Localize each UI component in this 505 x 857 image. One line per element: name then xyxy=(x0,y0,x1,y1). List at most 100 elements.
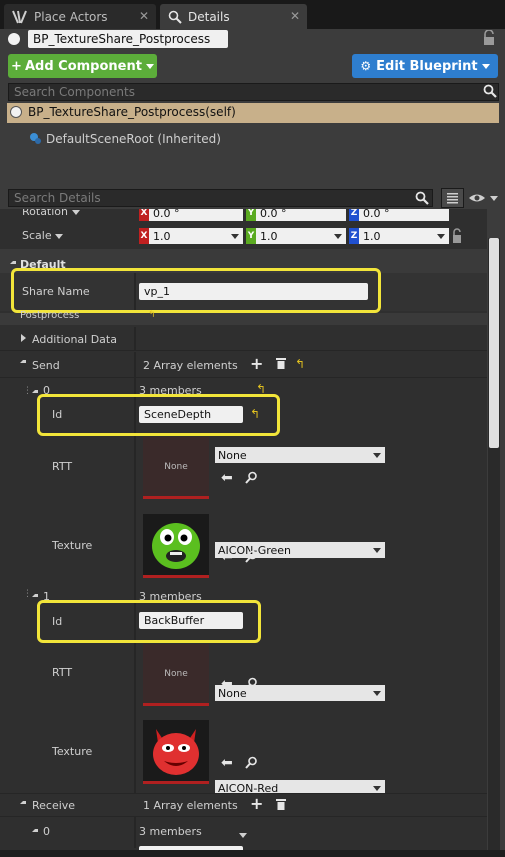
send-element-1-rtt-label: RTT xyxy=(52,666,73,679)
browse-icon[interactable] xyxy=(245,677,258,693)
actor-name-field[interactable]: BP_TextureShare_Postprocess xyxy=(28,30,228,48)
rtt-thumb-text: None xyxy=(164,668,188,679)
search-components-input[interactable]: Search Components xyxy=(8,83,499,101)
scale-vector: X 1.0 Y 1.0 Z 1.0 xyxy=(139,228,449,244)
use-selected-icon[interactable]: ⬅ xyxy=(221,550,233,564)
send-element-1-texture-thumbnail[interactable] xyxy=(143,720,209,784)
add-component-button[interactable]: + Add Component xyxy=(8,54,157,78)
rotation-z-field[interactable]: 0.0 ° xyxy=(359,209,449,221)
expand-arrow-icon[interactable] xyxy=(32,829,38,832)
gear-icon: ⚙ xyxy=(360,59,372,73)
send-element-0-texture-label: Texture xyxy=(52,539,93,552)
use-selected-icon[interactable]: ⬅ xyxy=(221,677,233,691)
details-scrollbar-thumb[interactable] xyxy=(489,238,499,448)
search-details-placeholder: Search Details xyxy=(14,191,101,205)
rtt-thumb-text: None xyxy=(164,461,188,472)
plus-icon[interactable]: + xyxy=(250,796,263,812)
trash-icon[interactable] xyxy=(275,357,287,373)
edit-blueprint-button[interactable]: ⚙ Edit Blueprint xyxy=(352,54,498,78)
expand-arrow-icon[interactable] xyxy=(32,594,38,597)
component-root-label[interactable]: DefaultSceneRoot (Inherited) xyxy=(46,132,221,146)
component-self-label: BP_TextureShare_Postprocess(self) xyxy=(28,105,236,119)
axis-y-label: Y xyxy=(246,228,256,244)
chevron-down-icon[interactable] xyxy=(55,233,64,239)
reset-arrow-icon[interactable]: ↰ xyxy=(295,357,305,371)
browse-icon[interactable] xyxy=(245,471,258,487)
receive-count: 1 Array elements xyxy=(143,799,238,812)
scale-y-field[interactable]: 1.0 xyxy=(256,228,346,244)
scale-y-value: 1.0 xyxy=(260,229,278,243)
axis-x-label: X xyxy=(139,209,149,221)
receive-element-0-members: 3 members xyxy=(139,825,202,838)
tab-place-actors[interactable]: Place Actors ✕ xyxy=(4,4,156,29)
drag-handle-icon[interactable]: ⋮ xyxy=(23,589,32,599)
send-element-0-texture-thumbnail[interactable] xyxy=(143,514,209,578)
additional-data-label: Additional Data xyxy=(32,333,117,346)
receive-element-0-index: 0 xyxy=(43,825,50,838)
send-element-1-rtt-dropdown[interactable]: None xyxy=(215,685,385,701)
plus-icon[interactable]: + xyxy=(250,356,263,372)
send-element-0-rtt-dropdown[interactable]: None xyxy=(215,447,385,463)
chevron-down-icon[interactable] xyxy=(437,234,445,239)
chevron-down-icon[interactable] xyxy=(373,691,381,696)
actor-sphere-icon xyxy=(8,33,20,45)
view-options-icon[interactable] xyxy=(468,190,500,209)
rotation-x-field[interactable]: 0.0 ° xyxy=(149,209,243,221)
panel-bottom-edge xyxy=(0,850,505,857)
highlight-send-element-1-id xyxy=(37,600,261,643)
send-element-0-rtt-label: RTT xyxy=(52,460,73,473)
send-row xyxy=(0,352,487,378)
search-details-input[interactable]: Search Details xyxy=(8,189,433,207)
axis-z-label: Z xyxy=(349,228,359,244)
axis-x-label: X xyxy=(139,228,149,244)
chevron-down-icon[interactable] xyxy=(334,234,342,239)
grid-view-icon[interactable] xyxy=(441,188,464,208)
rtt-value: None xyxy=(218,448,247,462)
trash-icon[interactable] xyxy=(275,798,287,814)
highlight-share-name xyxy=(11,268,381,313)
send-element-1-rtt-thumbnail[interactable]: None xyxy=(143,644,209,706)
chevron-down-icon[interactable] xyxy=(373,786,381,791)
expand-arrow-icon[interactable] xyxy=(32,390,38,393)
expand-arrow-icon[interactable] xyxy=(10,261,16,264)
chevron-down-icon[interactable] xyxy=(239,828,247,841)
browse-icon[interactable] xyxy=(245,756,258,772)
rotation-label: Rotation xyxy=(22,209,69,218)
send-label: Send xyxy=(32,359,60,372)
search-components-placeholder: Search Components xyxy=(14,85,135,99)
green-alien-icon xyxy=(152,522,200,569)
close-icon[interactable]: ✕ xyxy=(290,9,300,23)
plus-icon: + xyxy=(11,58,22,74)
send-count: 2 Array elements xyxy=(143,359,238,372)
browse-icon[interactable] xyxy=(245,550,258,566)
axis-y-label: Y xyxy=(246,209,256,221)
scale-z-field[interactable]: 1.0 xyxy=(359,228,449,244)
close-icon[interactable]: ✕ xyxy=(139,9,149,23)
tab-details[interactable]: Details ✕ xyxy=(160,4,307,29)
chevron-down-icon[interactable] xyxy=(373,548,381,553)
chevron-down-icon[interactable] xyxy=(71,209,80,215)
expand-arrow-icon[interactable] xyxy=(21,334,26,342)
send-element-0-rtt-thumbnail[interactable]: None xyxy=(143,437,209,499)
use-selected-icon[interactable]: ⬅ xyxy=(221,756,233,770)
highlight-send-element-0-id xyxy=(37,394,280,436)
lock-icon[interactable] xyxy=(482,29,496,49)
use-selected-icon[interactable]: ⬅ xyxy=(221,471,233,485)
axis-z-label: Z xyxy=(349,209,359,221)
details-icon xyxy=(168,10,182,24)
tab-details-label: Details xyxy=(188,9,230,24)
drag-handle-icon[interactable]: ⋮ xyxy=(23,386,32,396)
rotation-y-field[interactable]: 0.0 ° xyxy=(256,209,346,221)
search-icon xyxy=(483,84,497,101)
lock-icon[interactable] xyxy=(451,228,463,247)
reset-arrow-icon[interactable]: ↰ xyxy=(148,310,156,320)
scale-x-field[interactable]: 1.0 xyxy=(149,228,243,244)
send-element-0-texture-dropdown[interactable]: AICON-Green xyxy=(215,542,385,558)
scene-root-icon xyxy=(28,131,42,145)
rotation-row: Rotation X 0.0 ° Y 0.0 ° Z 0.0 ° xyxy=(0,209,487,221)
chevron-down-icon[interactable] xyxy=(231,234,239,239)
expand-arrow-icon[interactable] xyxy=(20,360,26,363)
scale-x-value: 1.0 xyxy=(153,229,171,243)
expand-arrow-icon[interactable] xyxy=(20,801,26,804)
chevron-down-icon[interactable] xyxy=(373,453,381,458)
